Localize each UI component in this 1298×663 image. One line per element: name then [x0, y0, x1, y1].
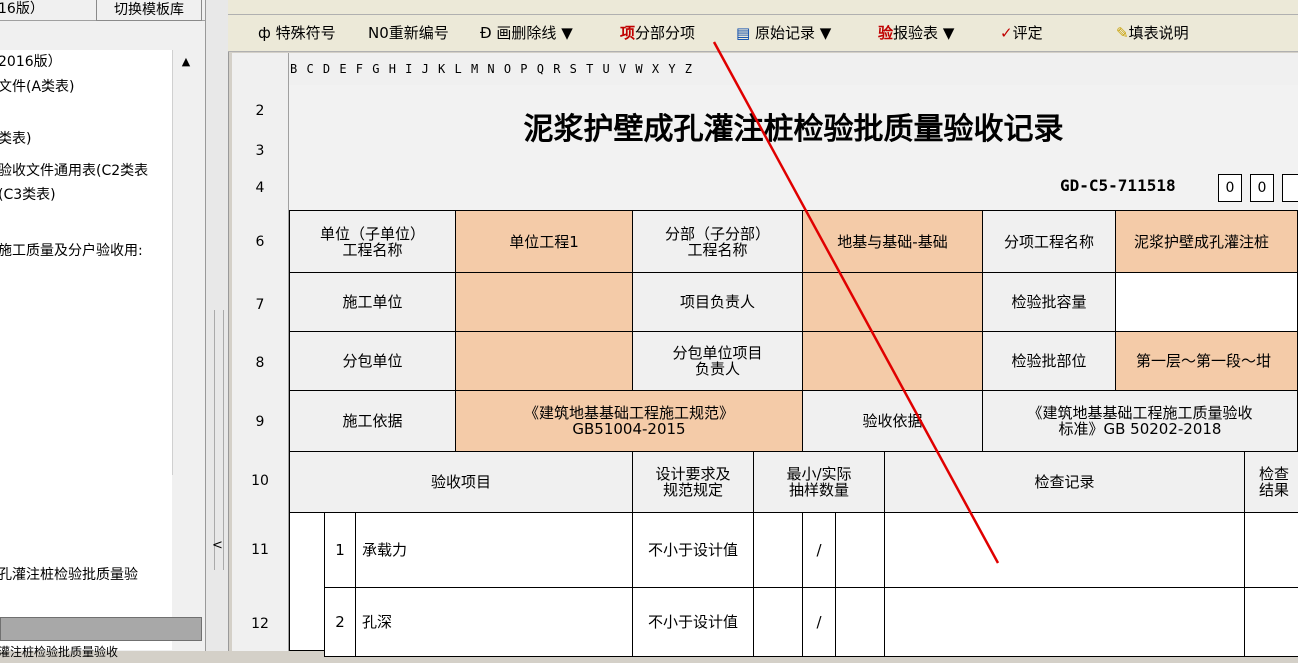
- item-name: 承载力: [355, 512, 633, 588]
- special-symbol-button[interactable]: ф 特殊符号: [258, 21, 336, 45]
- subdivision-project-field[interactable]: 地基与基础-基础: [802, 210, 983, 273]
- inspection-result-cell[interactable]: [1244, 512, 1298, 588]
- tree-item-selected[interactable]: 孔灌注桩检验批质量验: [0, 564, 138, 586]
- strikethrough-icon: Đ: [480, 24, 492, 42]
- dropdown-arrow-icon[interactable]: ▼: [943, 24, 955, 42]
- label-subcontractor: 分包单位: [289, 331, 456, 391]
- min-sample-cell[interactable]: [753, 512, 803, 588]
- sample-extra-cell[interactable]: [835, 587, 885, 657]
- inspection-record-cell[interactable]: [884, 587, 1245, 657]
- sample-extra-cell[interactable]: [835, 512, 885, 588]
- inspection-record-cell[interactable]: [884, 512, 1245, 588]
- row-number[interactable]: 8: [232, 355, 288, 371]
- tree-item[interactable]: 文件(A类表): [0, 76, 75, 98]
- tree-item[interactable]: 类表): [0, 128, 31, 150]
- label-acceptance-basis: 验收依据: [802, 390, 983, 452]
- document-title[interactable]: 泥浆护壁成孔灌注桩检验批质量验收记录: [289, 100, 1298, 160]
- subdivision-icon: 项: [620, 24, 636, 42]
- label-construction-unit: 施工单位: [289, 272, 456, 332]
- report-form-button[interactable]: 验报验表 ▼: [878, 21, 954, 45]
- header-inspection-result: 检查 结果: [1244, 451, 1298, 513]
- inspection-result-cell[interactable]: [1244, 587, 1298, 657]
- batch-capacity-field[interactable]: [1115, 272, 1298, 332]
- item-name: 孔深: [355, 587, 633, 657]
- code-box[interactable]: [1282, 174, 1298, 202]
- tree-scrollbar[interactable]: [172, 50, 200, 475]
- tree-item[interactable]: 验收文件通用表(C2类表: [0, 160, 148, 182]
- header-design-requirement: 设计要求及 规范规定: [632, 451, 754, 513]
- item-number: 1: [324, 512, 356, 588]
- collapse-panel-icon[interactable]: <: [212, 538, 223, 558]
- subcontractor-manager-field[interactable]: [802, 331, 983, 391]
- header-inspection-item: 验收项目: [289, 451, 633, 513]
- project-manager-field[interactable]: [802, 272, 983, 332]
- label-project-manager: 项目负责人: [632, 272, 803, 332]
- special-symbol-icon: ф: [258, 24, 271, 42]
- row-number[interactable]: 4: [232, 180, 288, 196]
- label-subcontractor-manager: 分包单位项目 负责人: [632, 331, 803, 391]
- main-control-group-cell[interactable]: [289, 512, 325, 651]
- original-record-button[interactable]: ▤ 原始记录 ▼: [736, 21, 831, 45]
- row-number[interactable]: 6: [232, 234, 288, 250]
- record-book-icon: ▤: [736, 24, 751, 42]
- tree-item[interactable]: 灌注桩检验批质量验收: [0, 641, 118, 663]
- min-sample-cell[interactable]: [753, 587, 803, 657]
- tree-selection-bar[interactable]: [0, 617, 202, 641]
- construction-unit-field[interactable]: [455, 272, 633, 332]
- code-box[interactable]: 0: [1218, 174, 1242, 202]
- code-box[interactable]: 0: [1250, 174, 1274, 202]
- label-batch-capacity: 检验批容量: [982, 272, 1116, 332]
- strikethrough-button[interactable]: Đ 画删除线 ▼: [480, 21, 573, 45]
- scroll-up-arrow-icon[interactable]: ▲: [176, 52, 196, 72]
- label-batch-location: 检验批部位: [982, 331, 1116, 391]
- dropdown-arrow-icon[interactable]: ▼: [561, 24, 573, 42]
- batch-location-field[interactable]: 第一层～第一段～坩: [1115, 331, 1298, 391]
- design-requirement: 不小于设计值: [632, 512, 754, 588]
- row-number[interactable]: 10: [232, 473, 288, 489]
- check-icon: ✓: [1000, 24, 1013, 42]
- row-number[interactable]: 12: [232, 616, 288, 632]
- row-number[interactable]: 11: [232, 542, 288, 558]
- acceptance-basis-field[interactable]: 《建筑地基基础工程施工质量验收 标准》GB 50202-2018: [982, 390, 1298, 452]
- tree-item[interactable]: 施工质量及分户验收用:: [0, 240, 143, 262]
- label-subdivision-project: 分部（子分部） 工程名称: [632, 210, 803, 273]
- subcontractor-field[interactable]: [455, 331, 633, 391]
- tree-item[interactable]: (C3类表): [0, 184, 56, 206]
- main-toolbar: [228, 0, 1298, 15]
- label-unit-project: 单位（子单位） 工程名称: [289, 210, 456, 273]
- unit-project-field[interactable]: 单位工程1: [455, 210, 633, 273]
- subdivision-button[interactable]: 项分部分项: [620, 21, 695, 45]
- document-code[interactable]: GD-C5-711518: [1060, 172, 1220, 200]
- select-all-corner[interactable]: [232, 53, 289, 85]
- evaluate-button[interactable]: ✓评定: [1000, 21, 1043, 45]
- fill-instructions-button[interactable]: ✎填表说明: [1116, 21, 1189, 45]
- report-icon: 验: [878, 24, 894, 42]
- dropdown-arrow-icon[interactable]: ▼: [820, 24, 832, 42]
- tree-item[interactable]: 2016版）: [0, 51, 62, 73]
- design-requirement: 不小于设计值: [632, 587, 754, 657]
- item-number: 2: [324, 587, 356, 657]
- sub-item-name-field[interactable]: 泥浆护壁成孔灌注桩: [1115, 210, 1298, 273]
- header-inspection-record: 检查记录: [884, 451, 1245, 513]
- header-sample-quantity: 最小/实际 抽样数量: [753, 451, 885, 513]
- column-letters[interactable]: B C D E F G H I J K L M N O P Q R S T U …: [290, 53, 1298, 85]
- switch-template-library-button[interactable]: 切换模板库: [96, 0, 202, 21]
- row-number[interactable]: 9: [232, 414, 288, 430]
- actual-sample-cell[interactable]: /: [802, 587, 836, 657]
- label-construction-basis: 施工依据: [289, 390, 456, 452]
- construction-basis-field[interactable]: 《建筑地基基础工程施工规范》 GB51004-2015: [455, 390, 803, 452]
- pencil-note-icon: ✎: [1116, 24, 1129, 42]
- label-sub-item-name: 分项工程名称: [982, 210, 1116, 273]
- actual-sample-cell[interactable]: /: [802, 512, 836, 588]
- splitter-grip[interactable]: [214, 310, 224, 570]
- row-number[interactable]: 2: [232, 103, 288, 119]
- template-version-label: 16版）: [0, 1, 44, 17]
- row-number[interactable]: 7: [232, 297, 288, 313]
- row-number[interactable]: 3: [232, 143, 288, 159]
- renumber-button[interactable]: N0重新编号: [368, 21, 449, 45]
